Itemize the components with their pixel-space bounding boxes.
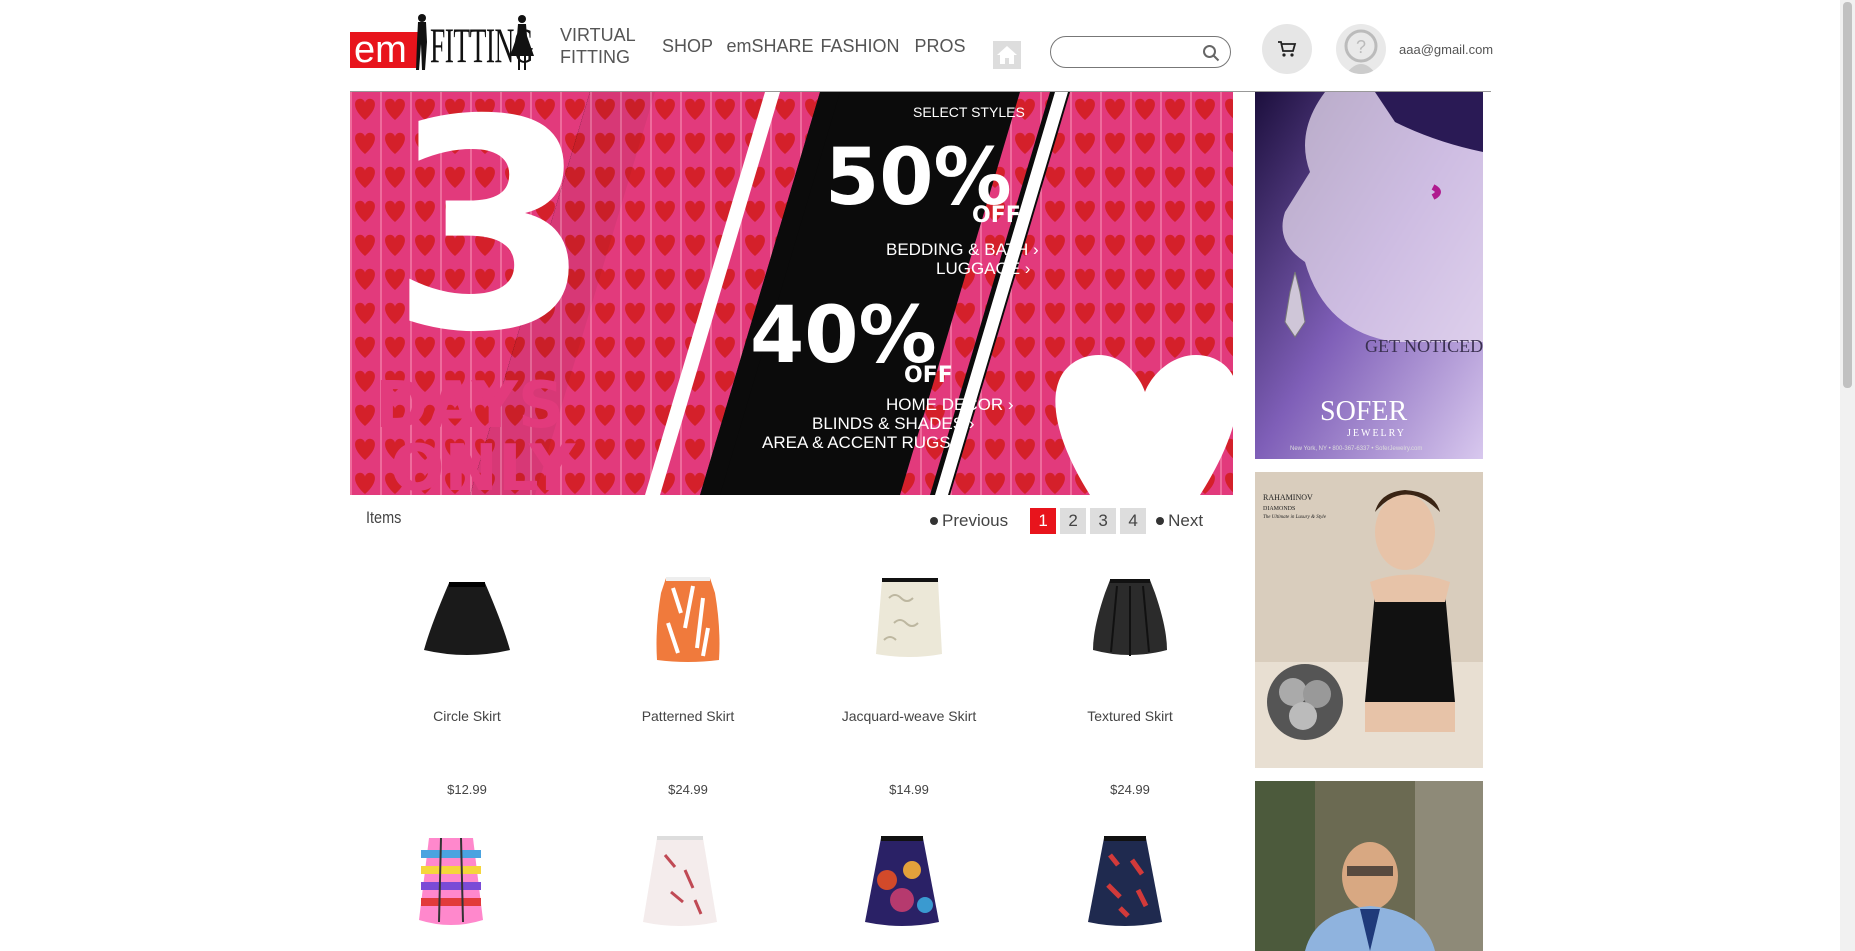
textured-skirt-image bbox=[1093, 579, 1167, 656]
emfitting-logo[interactable]: em FITTING bbox=[350, 12, 534, 72]
banner-forty-off: OFF bbox=[904, 363, 953, 388]
site-header: em FITTING VIRTUAL FITTING SHOP emSHARE … bbox=[350, 0, 1493, 92]
patterned-skirt-image bbox=[656, 577, 720, 662]
ad-sofer-small: New York, NY • 800-367-6337 • SoferJewel… bbox=[1290, 446, 1422, 452]
search-input[interactable] bbox=[1063, 42, 1207, 64]
banner-graphic: 3 DAYS ONLY SELECT STYLES 50% OFF BEDDIN… bbox=[350, 92, 1233, 495]
product-card[interactable]: Patterned Skirt $24.99 bbox=[588, 568, 788, 797]
ad-sofer-brand: SOFER bbox=[1320, 396, 1407, 427]
banner-line-home-decor: HOME DECOR › bbox=[886, 395, 1014, 414]
page-scrollbar[interactable] bbox=[1840, 0, 1855, 951]
ad-sofer-jewelry[interactable]: GET NOTICED SOFER JEWELRY New York, NY •… bbox=[1255, 92, 1483, 459]
nav-emshare-label: emSHARE bbox=[726, 35, 814, 56]
product-name[interactable]: Circle Skirt bbox=[367, 708, 567, 724]
striped-skirt-image[interactable] bbox=[411, 830, 491, 940]
pagination: Previous 1 2 3 4 Next bbox=[930, 507, 1219, 535]
product-card[interactable]: Circle Skirt $12.99 bbox=[367, 568, 567, 797]
nav-virtual-fitting-label: VIRTUAL FITTING bbox=[560, 24, 636, 67]
banner-line-luggage: LUGGAGE › bbox=[936, 259, 1030, 278]
user-email[interactable]: aaa@gmail.com bbox=[1399, 42, 1493, 57]
ad-sofer-tagline: GET NOTICED bbox=[1365, 336, 1483, 356]
product-price: $24.99 bbox=[668, 782, 708, 797]
next-bullet-icon bbox=[1156, 517, 1165, 525]
items-heading: Items bbox=[366, 508, 402, 527]
ad-menswear-graphic bbox=[1255, 781, 1483, 951]
ad-rahaminov-sub: DIAMONDS bbox=[1263, 506, 1295, 512]
logo-em: em bbox=[350, 31, 418, 69]
printed-skirt-image[interactable] bbox=[1080, 830, 1170, 940]
ad-sofer-sub: JEWELRY bbox=[1347, 428, 1406, 439]
banner-line-blinds: BLINDS & SHADES › bbox=[812, 414, 975, 433]
pager-page-4[interactable]: 4 bbox=[1120, 508, 1147, 534]
product-card[interactable]: Textured Skirt $24.99 bbox=[1030, 568, 1230, 797]
product-price: $14.99 bbox=[889, 782, 929, 797]
ad-sofer-graphic: GET NOTICED SOFER JEWELRY New York, NY •… bbox=[1255, 92, 1483, 459]
nav-pros[interactable]: PROS bbox=[905, 0, 975, 91]
product-name[interactable]: Jacquard-weave Skirt bbox=[809, 708, 1009, 724]
product-price: $24.99 bbox=[1110, 782, 1150, 797]
home-icon[interactable] bbox=[993, 41, 1021, 69]
banner-line-rugs: AREA & ACCENT RUGS › bbox=[762, 433, 961, 452]
user-placeholder-icon: ? bbox=[1344, 29, 1378, 74]
user-avatar[interactable]: ? bbox=[1336, 24, 1386, 74]
svg-text:?: ? bbox=[1356, 37, 1366, 57]
cart-button[interactable] bbox=[1262, 24, 1312, 74]
product-price: $12.99 bbox=[447, 782, 487, 797]
nav-virtual-fitting[interactable]: VIRTUAL FITTING bbox=[550, 0, 640, 91]
logo-silhouettes-icon bbox=[416, 14, 534, 70]
banner-fifty-off: OFF bbox=[972, 203, 1021, 228]
nav-emshare[interactable]: emSHARE bbox=[720, 0, 820, 91]
pager-page-1[interactable]: 1 bbox=[1030, 508, 1057, 534]
banner-only: ONLY bbox=[390, 432, 576, 495]
product-name[interactable]: Patterned Skirt bbox=[588, 708, 788, 724]
ad-rahaminov-graphic: RAHAMINOV DIAMONDS The Ultimate in Luxur… bbox=[1255, 472, 1483, 768]
search-box[interactable] bbox=[1050, 36, 1231, 68]
jacquard-skirt-image bbox=[876, 578, 942, 657]
ad-rahaminov-tagline: The Ultimate in Luxury & Style bbox=[1263, 515, 1327, 520]
scrollbar-thumb[interactable] bbox=[1843, 2, 1852, 388]
ad-rahaminov-diamonds[interactable]: RAHAMINOV DIAMONDS The Ultimate in Luxur… bbox=[1255, 472, 1483, 768]
cart-icon bbox=[1278, 41, 1297, 57]
nav-shop[interactable]: SHOP bbox=[650, 0, 725, 91]
banner-select-styles: SELECT STYLES bbox=[913, 104, 1025, 120]
baroque-skirt-image[interactable] bbox=[857, 830, 947, 940]
ad-rahaminov-brand: RAHAMINOV bbox=[1263, 493, 1313, 502]
pager-next[interactable]: Next bbox=[1168, 511, 1203, 531]
pager-page-3[interactable]: 3 bbox=[1090, 508, 1117, 534]
floral-skirt-image[interactable] bbox=[635, 830, 725, 940]
promo-banner[interactable]: 3 DAYS ONLY SELECT STYLES 50% OFF BEDDIN… bbox=[350, 92, 1233, 495]
pager-page-2[interactable]: 2 bbox=[1060, 508, 1087, 534]
banner-three: 3 bbox=[390, 92, 592, 396]
pager-previous[interactable]: Previous bbox=[942, 511, 1008, 531]
previous-bullet-icon bbox=[930, 517, 938, 525]
banner-line-bedding: BEDDING & BATH › bbox=[886, 240, 1039, 259]
circle-skirt-image bbox=[424, 582, 510, 655]
ad-menswear[interactable] bbox=[1255, 781, 1483, 951]
product-name[interactable]: Textured Skirt bbox=[1030, 708, 1230, 724]
nav-pros-label: PROS bbox=[914, 35, 966, 56]
search-icon[interactable] bbox=[1202, 44, 1220, 62]
nav-shop-label: SHOP bbox=[661, 35, 713, 56]
nav-fashion-label: FASHION bbox=[820, 35, 900, 56]
nav-fashion[interactable]: FASHION bbox=[815, 0, 905, 91]
product-card[interactable]: Jacquard-weave Skirt $14.99 bbox=[809, 568, 1009, 797]
